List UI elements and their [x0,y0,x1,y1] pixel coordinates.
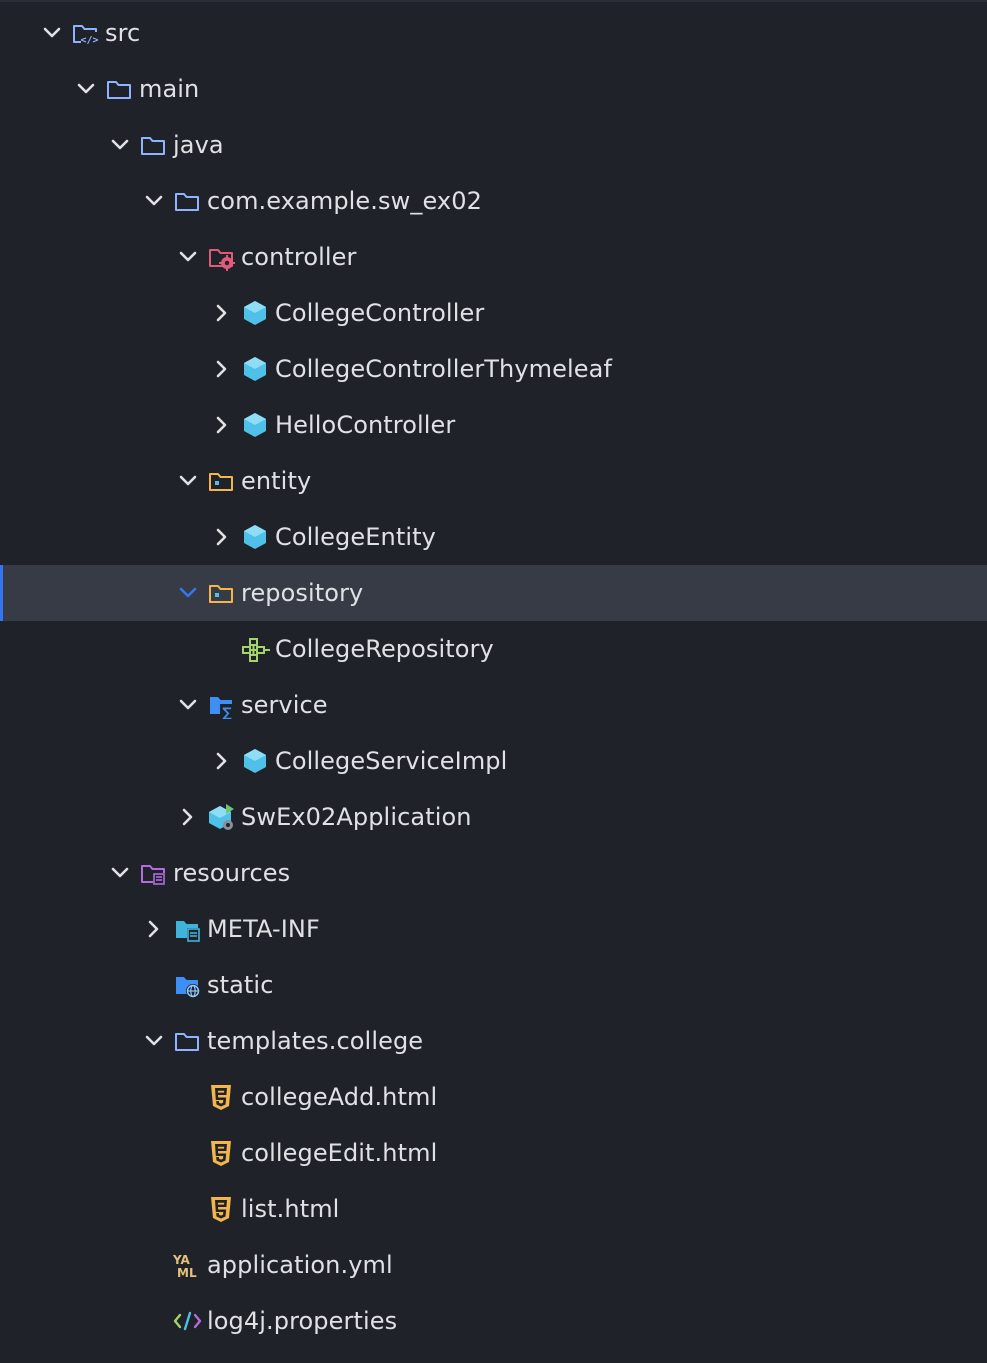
yaml-icon: YA ML [172,1251,203,1280]
tree-item-meta-inf[interactable]: META-INF [0,901,987,957]
class-icon [241,747,269,775]
chevron-right-icon[interactable] [211,302,233,324]
chevron-down-icon[interactable] [143,1030,165,1052]
entity-folder-icon [207,467,235,495]
tree-item-collegeserviceimpl[interactable]: CollegeServiceImpl [0,733,987,789]
tree-item-label: repository [241,579,364,607]
tree-item-collegeedit-html[interactable]: collegeEdit.html [0,1125,987,1181]
tree-item-resources[interactable]: resources [0,845,987,901]
tree-item-entity[interactable]: entity [0,453,987,509]
tree-item-label: log4j.properties [207,1307,398,1335]
folder-icon [105,75,133,103]
tree-item-label: list.html [241,1195,340,1223]
chevron-right-icon[interactable] [177,806,199,828]
svg-text:ML: ML [177,1266,197,1279]
tree-item-main[interactable]: main [0,61,987,117]
tree-item-label: collegeAdd.html [241,1083,438,1111]
tree-item-templates-college[interactable]: templates.college [0,1013,987,1069]
tree-item-collegerepository[interactable]: CollegeRepository [0,621,987,677]
tree-item-label: CollegeServiceImpl [275,747,508,775]
chevron-down-icon[interactable] [177,246,199,268]
chevron-down-icon[interactable] [109,134,131,156]
tree-item-label: META-INF [207,915,320,943]
class-icon [241,299,269,327]
source-folder-icon: </> [71,19,99,47]
svg-text:∑: ∑ [222,706,232,719]
tree-item-label: SwEx02Application [241,803,472,831]
tree-item-collegecontrollerthymeleaf[interactable]: CollegeControllerThymeleaf [0,341,987,397]
tree-item-hellocontroller[interactable]: HelloController [0,397,987,453]
tree-item-label: application.yml [207,1251,393,1279]
application-class-icon [207,803,235,831]
class-icon [241,523,269,551]
controller-folder-icon [207,243,235,271]
folder-icon [139,131,167,159]
class-icon [241,411,269,439]
chevron-down-icon[interactable] [75,78,97,100]
svg-text:YA: YA [173,1253,191,1267]
properties-icon [173,1307,203,1335]
tree-item-log4j-properties[interactable]: log4j.properties [0,1293,987,1349]
meta-folder-icon [173,915,201,943]
chevron-down-icon[interactable] [143,190,165,212]
interface-icon [241,635,271,663]
project-tree: </> src main java com.example.sw_ex02control… [0,0,987,1363]
chevron-down-icon[interactable] [177,582,199,604]
tree-item-label: CollegeRepository [275,635,494,663]
folder-icon [173,187,201,215]
tree-item-collegeentity[interactable]: CollegeEntity [0,509,987,565]
tree-item-service[interactable]: ∑ service [0,677,987,733]
tree-item-swex02application[interactable]: SwEx02Application [0,789,987,845]
web-folder-icon [173,971,201,999]
chevron-right-icon[interactable] [211,414,233,436]
chevron-right-icon[interactable] [211,750,233,772]
tree-item-collegeadd-html[interactable]: collegeAdd.html [0,1069,987,1125]
tree-item-static[interactable]: static [0,957,987,1013]
tree-item-label: static [207,971,274,999]
tree-item-repository[interactable]: repository [0,565,987,621]
html-icon [207,1083,235,1111]
tree-item-label: main [139,75,200,103]
tree-item-com-example-sw-ex02[interactable]: com.example.sw_ex02 [0,173,987,229]
chevron-down-icon[interactable] [177,470,199,492]
tree-item-label: com.example.sw_ex02 [207,187,482,215]
chevron-right-icon[interactable] [143,918,165,940]
tree-item-collegecontroller[interactable]: CollegeController [0,285,987,341]
svg-text:</>: </> [80,35,98,46]
html-icon [207,1195,235,1223]
folder-icon [173,1027,201,1055]
tree-item-list-html[interactable]: list.html [0,1181,987,1237]
tree-item-application-yml[interactable]: YA ML application.yml [0,1237,987,1293]
class-icon [241,355,269,383]
chevron-down-icon[interactable] [109,862,131,884]
tree-item-label: CollegeEntity [275,523,436,551]
tree-item-label: src [105,19,141,47]
service-folder-icon: ∑ [207,691,235,721]
tree-item-label: CollegeControllerThymeleaf [275,355,613,383]
tree-item-src[interactable]: </> src [0,5,987,61]
tree-item-label: CollegeController [275,299,485,327]
tree-item-controller[interactable]: controller [0,229,987,285]
tree-item-label: templates.college [207,1027,424,1055]
tree-item-label: service [241,691,328,719]
chevron-down-icon[interactable] [177,694,199,716]
tree-item-label: collegeEdit.html [241,1139,438,1167]
tree-item-java[interactable]: java [0,117,987,173]
chevron-down-icon[interactable] [41,22,63,44]
chevron-right-icon[interactable] [211,526,233,548]
tree-item-label: resources [173,859,291,887]
tree-item-label: controller [241,243,357,271]
tree-item-label: java [173,131,224,159]
html-icon [207,1139,235,1167]
tree-item-label: entity [241,467,312,495]
repository-folder-icon [207,579,235,607]
chevron-right-icon[interactable] [211,358,233,380]
resources-folder-icon [139,859,167,887]
tree-item-label: HelloController [275,411,456,439]
